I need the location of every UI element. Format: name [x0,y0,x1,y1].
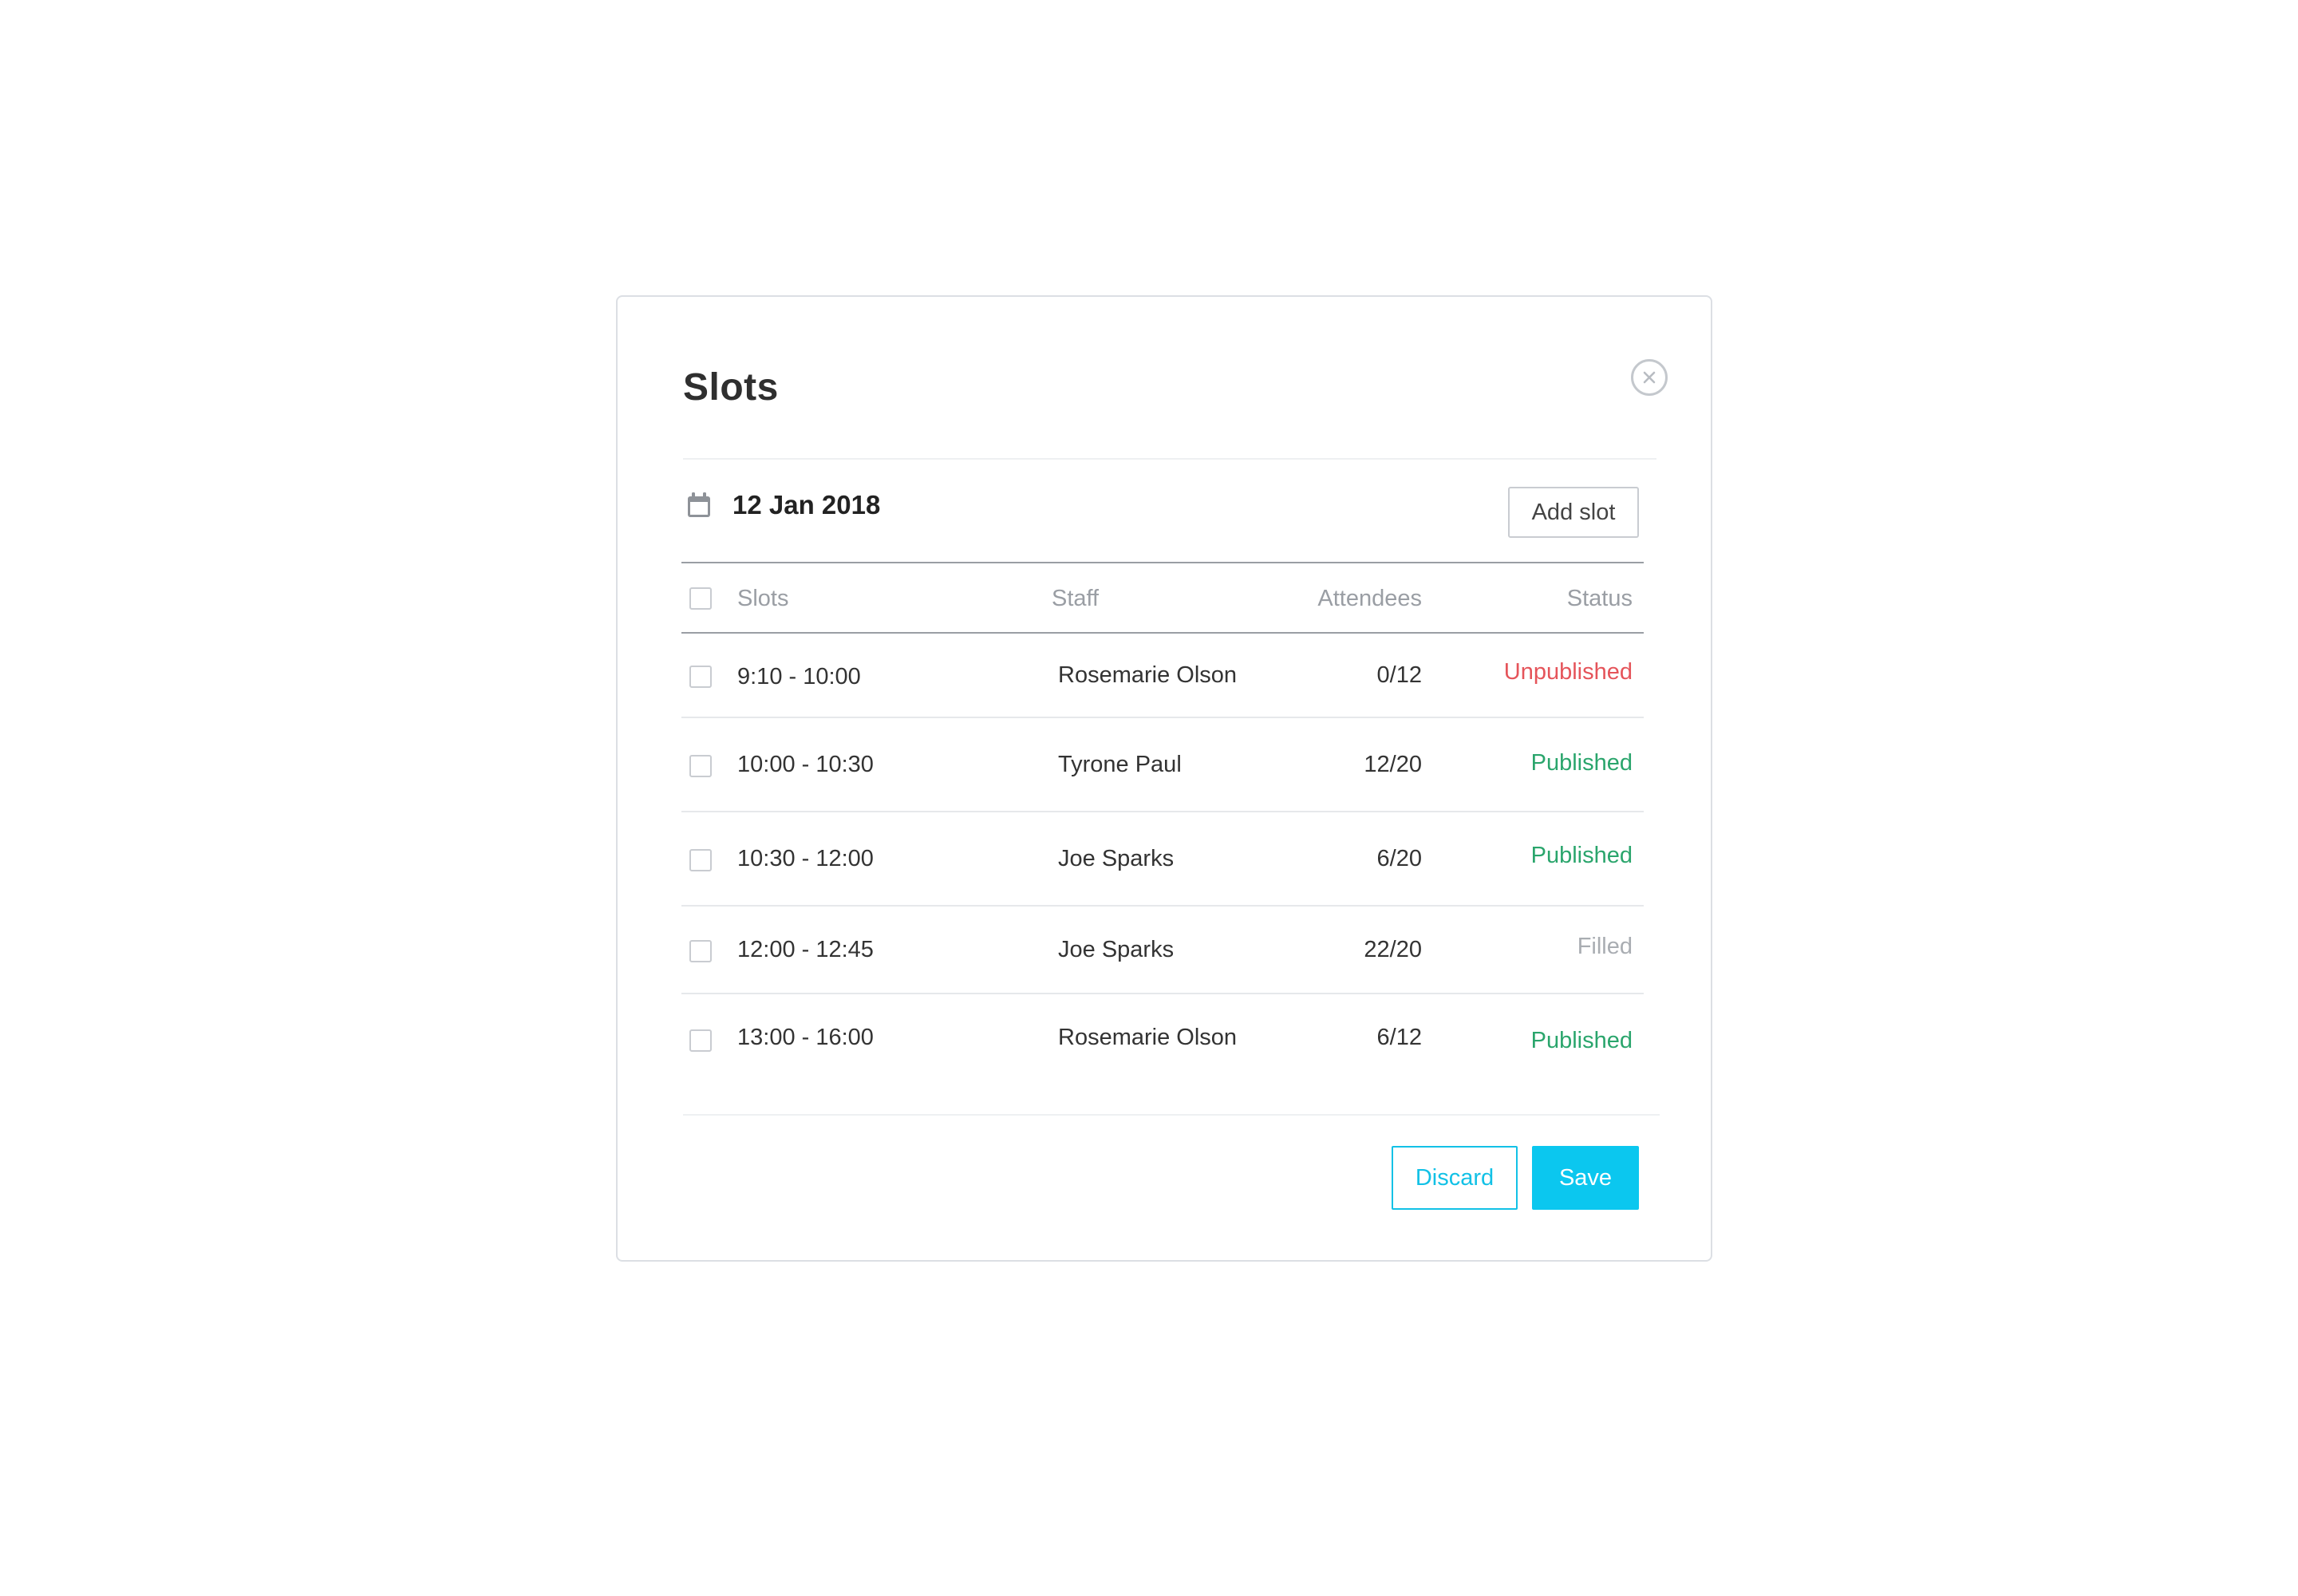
table-row[interactable]: 13:00 - 16:00 Rosemarie Olson 6/12 Publi… [681,994,1644,1084]
row-checkbox[interactable] [689,940,712,962]
row-checkbox[interactable] [689,755,712,777]
calendar-icon [688,492,710,517]
slot-staff: Joe Sparks [1058,937,1175,962]
slot-attendees: 6/20 [1376,846,1422,871]
close-icon [1643,371,1656,384]
slot-attendees: 6/12 [1376,1025,1422,1050]
footer-divider [683,1114,1660,1116]
status-badge: Published [1530,843,1633,868]
close-button[interactable] [1631,359,1668,396]
table-header: Slots Staff Attendees Status [681,562,1644,634]
row-checkbox[interactable] [689,1029,712,1052]
slot-staff: Tyrone Paul [1058,752,1182,777]
table-row[interactable]: 10:30 - 12:00 Joe Sparks 6/20 Published [681,812,1644,907]
status-badge: Filled [1577,934,1633,959]
table-row[interactable]: 12:00 - 12:45 Joe Sparks 22/20 Filled [681,907,1644,994]
slot-staff: Joe Sparks [1058,846,1175,871]
add-slot-button[interactable]: Add slot [1508,487,1639,538]
slot-attendees: 22/20 [1364,937,1422,962]
slot-attendees: 0/12 [1376,662,1422,688]
table-row[interactable]: 10:00 - 10:30 Tyrone Paul 12/20 Publishe… [681,718,1644,812]
status-badge: Published [1530,750,1633,776]
slot-attendees: 12/20 [1364,752,1422,777]
slot-staff: Rosemarie Olson [1058,1025,1238,1050]
slot-time: 12:00 - 12:45 [737,937,874,962]
header-attendees: Attendees [1317,586,1422,611]
status-badge: Published [1530,1028,1633,1053]
title-divider [683,458,1656,460]
row-checkbox[interactable] [689,849,712,871]
slot-time: 10:00 - 10:30 [737,752,874,777]
header-status: Status [1566,586,1633,611]
table-row[interactable]: 9:10 - 10:00 Rosemarie Olson 0/12 Unpubl… [681,634,1644,718]
status-badge: Unpublished [1503,659,1633,685]
header-slots: Slots [737,586,789,611]
slots-table: Slots Staff Attendees Status 9:10 - 10:0… [681,562,1644,1084]
date-selector[interactable]: 12 Jan 2018 [686,490,880,520]
discard-button[interactable]: Discard [1392,1146,1518,1210]
slot-time: 9:10 - 10:00 [737,664,861,689]
slot-time: 13:00 - 16:00 [737,1025,874,1050]
slot-staff: Rosemarie Olson [1058,662,1238,688]
header-staff: Staff [1052,586,1100,611]
row-checkbox[interactable] [689,666,712,688]
date-label: 12 Jan 2018 [732,490,881,519]
modal-title: Slots [683,366,779,409]
slot-time: 10:30 - 12:00 [737,846,874,871]
save-button[interactable]: Save [1532,1146,1639,1210]
slots-modal: Slots 12 Jan 2018 Add slot Slots Staff A… [616,295,1712,1262]
select-all-checkbox[interactable] [689,587,712,610]
